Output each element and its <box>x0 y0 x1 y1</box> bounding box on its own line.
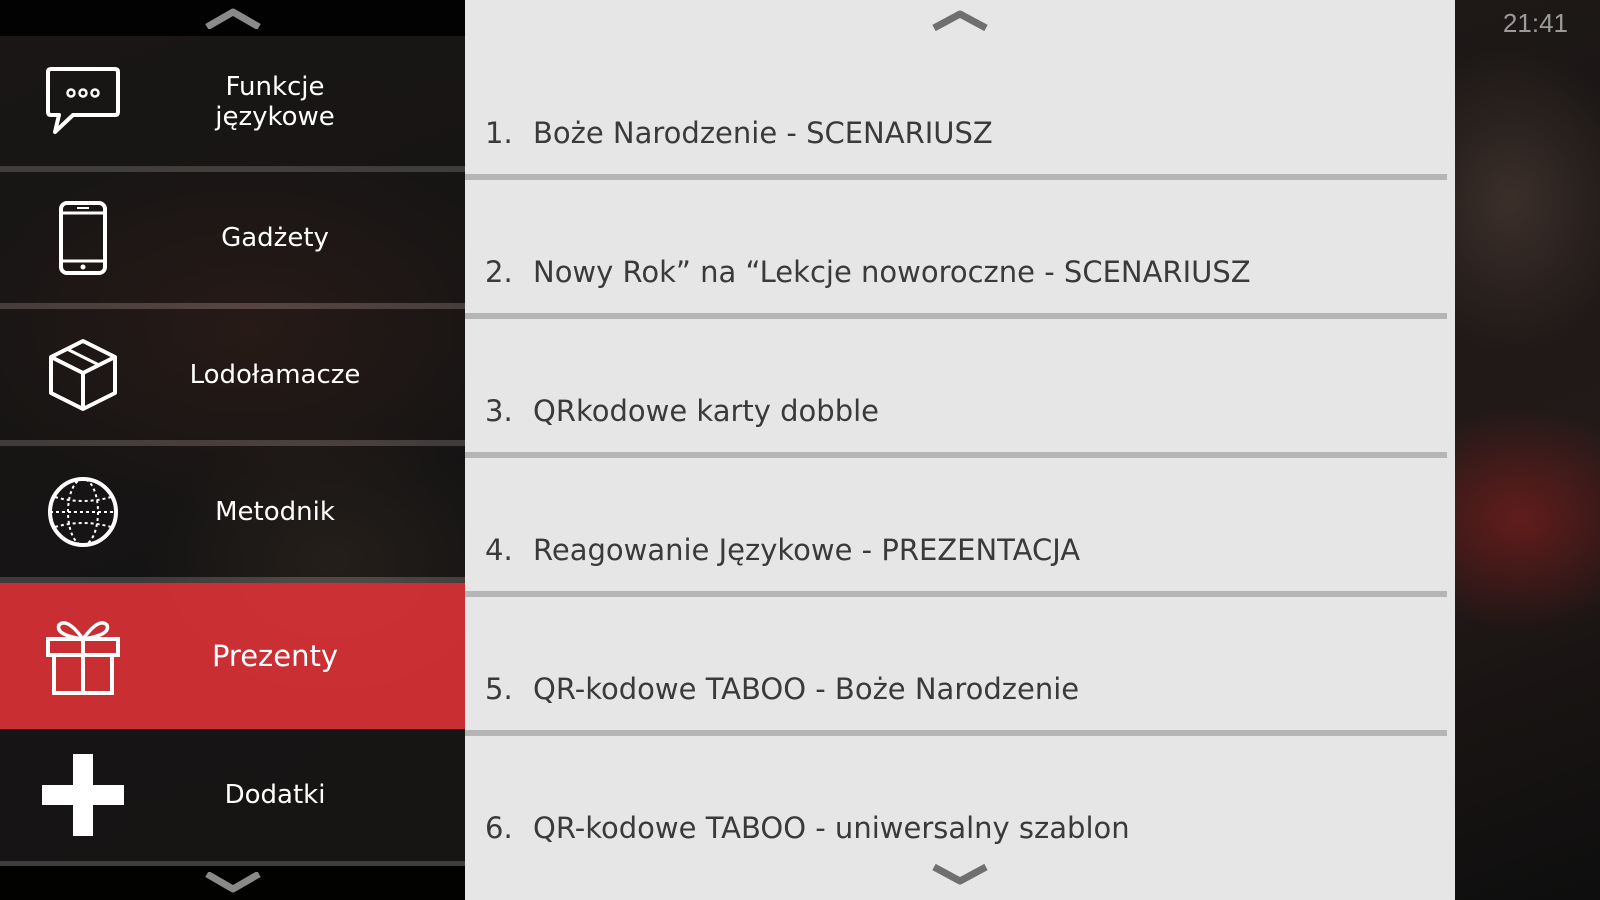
chevron-down-icon <box>932 863 988 885</box>
menu-scroll-down-button[interactable] <box>0 866 465 900</box>
cube-icon <box>48 338 117 411</box>
menu-item-label: Prezenty <box>211 639 339 673</box>
list-item-title: Reagowanie Językowe - PREZENTACJA <box>533 533 1081 567</box>
list-item-number: 3. <box>485 394 513 428</box>
list-item-number: 2. <box>485 255 513 289</box>
menu-item-metodnik[interactable]: Metodnik <box>0 446 465 577</box>
list-item-number: 4. <box>485 533 513 567</box>
status-time: 21:41 <box>1502 8 1568 38</box>
list-item-title: QR-kodowe TABOO - Boże Narodzenie <box>533 672 1080 706</box>
list-divider <box>465 174 1447 180</box>
category-menu: Funkcje językowe Gadżety Lodołamacze Met… <box>0 0 465 900</box>
chevron-up-icon <box>204 8 261 29</box>
menu-item-lodolamacze[interactable]: Lodołamacze <box>0 309 465 440</box>
list-divider <box>465 313 1447 319</box>
list-item-title: Nowy Rok” na “Lekcje noworoczne - SCENAR… <box>533 255 1251 289</box>
menu-item-label: Gadżety <box>221 222 329 253</box>
chevron-down-icon <box>204 872 261 893</box>
list-item-number: 5. <box>485 672 513 706</box>
list-item-title: QRkodowe karty dobble <box>533 394 880 428</box>
list-item-title: QR-kodowe TABOO - uniwersalny szablon <box>533 811 1130 845</box>
menu-item-dodatki[interactable]: Dodatki <box>0 729 465 861</box>
plus-icon <box>41 754 124 836</box>
menu-item-label: Lodołamacze <box>189 359 361 390</box>
list-divider <box>465 730 1447 736</box>
menu-item-gadzety[interactable]: Gadżety <box>0 172 465 303</box>
chat-bubble-icon <box>45 66 120 134</box>
list-item[interactable]: 4. Reagowanie Językowe - PREZENTACJA <box>465 462 1447 595</box>
menu-item-label: Dodatki <box>224 780 326 810</box>
gift-icon <box>45 621 120 695</box>
list-item[interactable]: 2. Nowy Rok” na “Lekcje noworoczne - SCE… <box>465 184 1447 317</box>
list-item-number: 1. <box>485 116 513 150</box>
list-item-title: Boże Narodzenie - SCENARIUSZ <box>533 116 993 150</box>
menu-item-funkcje-jezykowe[interactable]: Funkcje językowe <box>0 36 465 167</box>
list-item[interactable]: 6. QR-kodowe TABOO - uniwersalny szablon <box>465 740 1447 873</box>
list-item[interactable]: 5. QR-kodowe TABOO - Boże Narodzenie <box>465 601 1447 734</box>
content-list: 1. Boże Narodzenie - SCENARIUSZ 2. Nowy … <box>465 0 1455 900</box>
list-divider <box>465 591 1447 597</box>
menu-item-label: Funkcje językowe <box>215 71 335 132</box>
smartphone-icon <box>58 200 107 275</box>
menu-item-prezenty[interactable]: Prezenty <box>0 583 465 729</box>
list-divider <box>465 452 1447 458</box>
list-scroll-down-button[interactable] <box>465 855 1455 895</box>
globe-icon <box>47 476 118 547</box>
menu-scroll-up-button[interactable] <box>0 0 465 36</box>
list-item[interactable]: 3. QRkodowe karty dobble <box>465 323 1447 456</box>
list-item-number: 6. <box>485 811 513 845</box>
list-scroll-up-button[interactable] <box>465 0 1455 40</box>
list-item[interactable]: 1. Boże Narodzenie - SCENARIUSZ <box>465 45 1447 178</box>
menu-item-label: Metodnik <box>215 496 335 527</box>
chevron-up-icon <box>932 10 988 32</box>
